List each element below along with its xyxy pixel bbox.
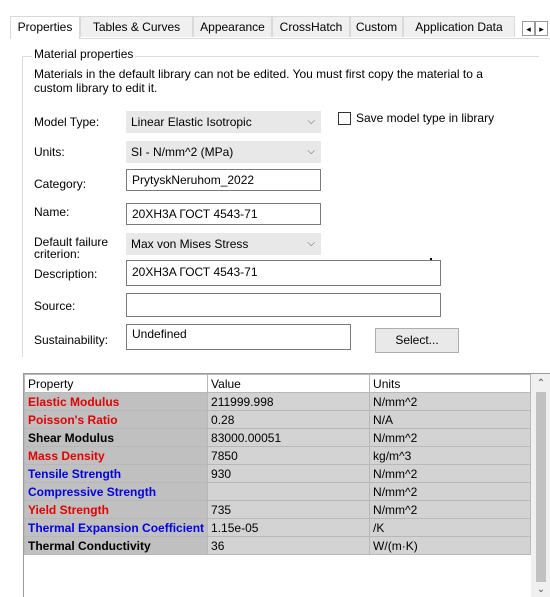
tab-custom[interactable]: Custom bbox=[350, 16, 403, 37]
property-units-cell: N/A bbox=[369, 410, 532, 429]
header-property[interactable]: Property bbox=[24, 374, 209, 393]
property-units-cell: kg/m^3 bbox=[369, 446, 532, 465]
property-value-cell[interactable]: 211999.998 bbox=[207, 392, 371, 411]
save-model-type-label: Save model type in library bbox=[356, 111, 495, 125]
failure-criterion-label: Default failure criterion: bbox=[34, 236, 108, 260]
chevron-down-icon: ⌵ bbox=[307, 238, 315, 249]
sustainability-field: Undefined bbox=[126, 324, 351, 350]
group-description: Materials in the default library can not… bbox=[34, 67, 483, 95]
table-row[interactable]: Poisson's Ratio 0.28 N/A bbox=[24, 410, 532, 429]
category-label: Category: bbox=[34, 177, 87, 191]
model-type-dropdown[interactable]: Linear Elastic Isotropic ⌵ bbox=[126, 111, 321, 133]
table-row[interactable]: Mass Density 7850 kg/m^3 bbox=[24, 446, 532, 465]
property-name-cell: Elastic Modulus bbox=[24, 392, 209, 411]
table-scrollbar[interactable]: ⌃ ⌄ bbox=[531, 374, 550, 597]
property-value-cell[interactable]: 83000.00051 bbox=[207, 428, 371, 447]
property-name-cell: Shear Modulus bbox=[24, 428, 209, 447]
property-units-cell: /K bbox=[369, 518, 532, 537]
tab-appearance[interactable]: Appearance bbox=[193, 16, 272, 37]
model-type-value: Linear Elastic Isotropic bbox=[131, 115, 252, 129]
name-label: Name: bbox=[34, 205, 70, 219]
save-model-type-checkbox[interactable] bbox=[338, 112, 351, 125]
group-title: Material properties bbox=[32, 47, 136, 61]
property-units-cell: N/mm^2 bbox=[369, 392, 532, 411]
property-name-cell: Yield Strength bbox=[24, 500, 209, 519]
property-name-cell: Thermal Conductivity bbox=[24, 536, 209, 555]
description-field[interactable]: 20XH3A ГОСТ 4543-71 bbox=[126, 260, 441, 286]
scrollbar-thumb[interactable] bbox=[536, 392, 546, 582]
tab-scroll-right-button[interactable]: ▸ bbox=[535, 21, 548, 36]
table-header-row: Property Value Units bbox=[24, 374, 532, 393]
tab-application-data[interactable]: Application Data bbox=[403, 16, 515, 37]
tab-tables-curves[interactable]: Tables & Curves bbox=[80, 16, 193, 37]
sustainability-label: Sustainability: bbox=[34, 333, 109, 347]
header-value[interactable]: Value bbox=[207, 374, 371, 393]
description-label: Description: bbox=[34, 267, 98, 281]
name-field[interactable]: 20XH3A ГОСТ 4543-71 bbox=[126, 203, 321, 225]
header-units[interactable]: Units bbox=[369, 374, 532, 393]
tab-crosshatch[interactable]: CrossHatch bbox=[272, 16, 350, 37]
property-value-cell[interactable]: 930 bbox=[207, 464, 371, 483]
category-field[interactable]: PrytyskNeruhom_2022 bbox=[126, 169, 321, 191]
property-value-cell[interactable]: 36 bbox=[207, 536, 371, 555]
source-field[interactable] bbox=[126, 293, 441, 317]
units-value: SI - N/mm^2 (MPa) bbox=[131, 145, 234, 159]
property-value-cell[interactable]: 735 bbox=[207, 500, 371, 519]
failure-criterion-dropdown[interactable]: Max von Mises Stress ⌵ bbox=[126, 233, 321, 255]
property-units-cell: N/mm^2 bbox=[369, 428, 532, 447]
property-units-cell: N/mm^2 bbox=[369, 464, 532, 483]
units-dropdown[interactable]: SI - N/mm^2 (MPa) ⌵ bbox=[126, 141, 321, 163]
source-label: Source: bbox=[34, 299, 76, 313]
table-row[interactable]: Elastic Modulus 211999.998 N/mm^2 bbox=[24, 392, 532, 411]
table-row[interactable]: Thermal Conductivity 36 W/(m·K) bbox=[24, 536, 532, 555]
property-grid: Property Value Units Elastic Modulus 2119… bbox=[24, 374, 532, 555]
table-row[interactable]: Shear Modulus 83000.00051 N/mm^2 bbox=[24, 428, 532, 447]
property-name-cell: Thermal Expansion Coefficient bbox=[24, 518, 209, 537]
chevron-up-icon[interactable]: ⌃ bbox=[531, 378, 550, 389]
select-button[interactable]: Select... bbox=[375, 328, 459, 353]
property-name-cell: Poisson's Ratio bbox=[24, 410, 209, 429]
chevron-down-icon[interactable]: ⌄ bbox=[531, 584, 550, 595]
units-label: Units: bbox=[34, 145, 65, 159]
tab-scroll-left-button[interactable]: ◂ bbox=[522, 21, 535, 36]
property-units-cell: W/(m·K) bbox=[369, 536, 532, 555]
property-value-cell[interactable]: 7850 bbox=[207, 446, 371, 465]
model-type-label: Model Type: bbox=[34, 115, 100, 129]
table-row[interactable]: Thermal Expansion Coefficient 1.15e-05/K bbox=[24, 518, 532, 537]
property-value-cell[interactable]: 0.28 bbox=[207, 410, 371, 429]
table-row[interactable]: Yield Strength 735 N/mm^2 bbox=[24, 500, 532, 519]
property-name-cell: Tensile Strength bbox=[24, 464, 209, 483]
property-units-cell: N/mm^2 bbox=[369, 500, 532, 519]
property-name-cell: Compressive Strength bbox=[24, 482, 209, 501]
property-units-cell: N/mm^2 bbox=[369, 482, 532, 501]
property-value-cell[interactable]: 1.15e-05 bbox=[207, 518, 371, 537]
property-value-cell[interactable] bbox=[207, 482, 371, 501]
failure-criterion-label-line2: criterion: bbox=[34, 247, 81, 261]
table-row[interactable]: Tensile Strength 930 N/mm^2 bbox=[24, 464, 532, 483]
failure-criterion-value: Max von Mises Stress bbox=[131, 237, 249, 251]
table-row[interactable]: Compressive Strength N/mm^2 bbox=[24, 482, 532, 501]
property-name-cell: Mass Density bbox=[24, 446, 209, 465]
chevron-down-icon: ⌵ bbox=[307, 146, 315, 157]
property-table: Property Value Units Elastic Modulus 2119… bbox=[23, 373, 550, 597]
chevron-down-icon: ⌵ bbox=[307, 116, 315, 127]
tab-bar: Properties Tables & Curves Appearance Cr… bbox=[10, 16, 550, 39]
tab-properties[interactable]: Properties bbox=[10, 16, 80, 39]
